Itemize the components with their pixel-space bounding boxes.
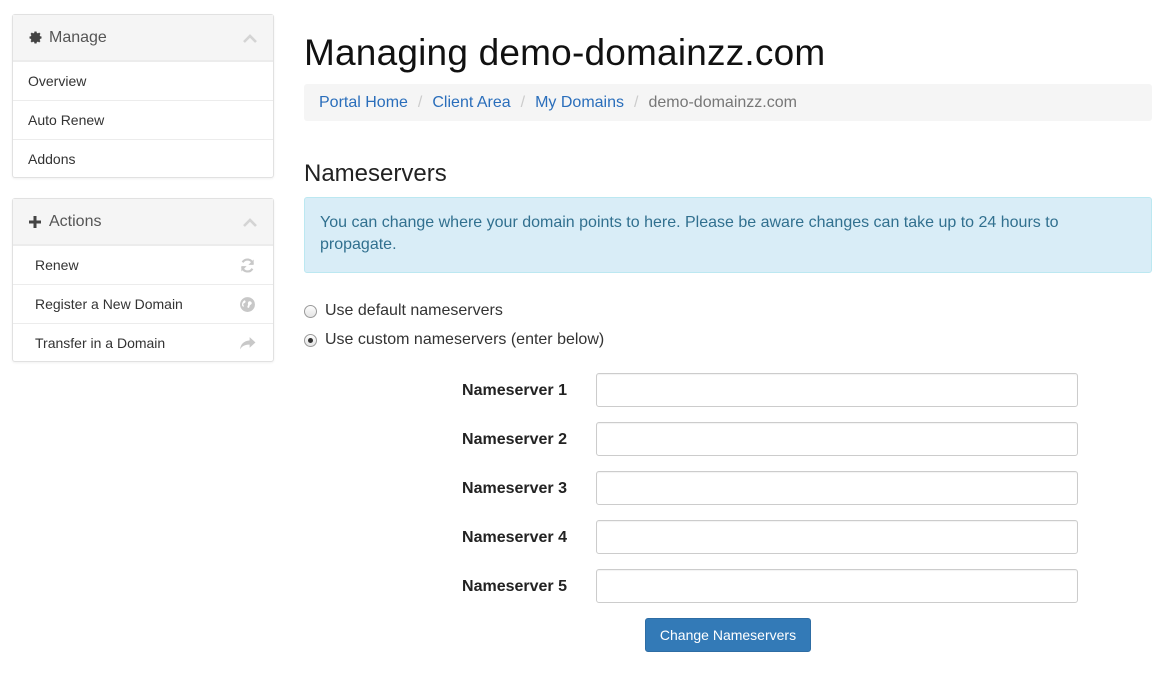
breadcrumb-separator: /: [520, 93, 526, 111]
share-arrow-icon: [240, 337, 256, 350]
nameserver-5-input[interactable]: [596, 569, 1078, 603]
radio-label: Use custom nameservers (enter below): [325, 331, 605, 348]
radio-button[interactable]: [304, 333, 317, 347]
info-alert: You can change where your domain points …: [304, 197, 1152, 273]
radio-default-nameservers[interactable]: Use default nameservers: [304, 302, 503, 320]
nameserver-4-label: Nameserver 4: [462, 529, 567, 546]
nameserver-3-input[interactable]: [596, 471, 1078, 505]
section-title: Nameservers: [304, 160, 447, 187]
nameserver-1-input[interactable]: [596, 373, 1078, 407]
sidebar-item-label: Transfer in a Domain: [35, 335, 166, 351]
nameserver-4-input[interactable]: [596, 520, 1078, 554]
breadcrumb: Portal Home / Client Area / My Domains /…: [304, 84, 1152, 121]
sidebar-item-label: Overview: [28, 73, 87, 89]
manage-panel: Manage Overview Auto Renew Addons: [12, 14, 274, 178]
manage-panel-title: Manage: [49, 28, 107, 46]
sidebar-item-label: Auto Renew: [28, 112, 105, 128]
sidebar-item-overview[interactable]: Overview: [13, 61, 273, 100]
breadcrumb-separator: /: [634, 93, 639, 111]
actions-panel-heading[interactable]: Actions: [13, 199, 273, 245]
radio-button[interactable]: [304, 304, 317, 318]
sidebar-item-label: Renew: [35, 257, 79, 273]
breadcrumb-portal-home[interactable]: Portal Home: [319, 94, 408, 112]
sidebar-item-transfer-domain[interactable]: Transfer in a Domain: [13, 323, 273, 362]
sidebar-item-addons[interactable]: Addons: [13, 139, 273, 178]
sidebar-item-register-domain[interactable]: Register a New Domain: [13, 284, 273, 323]
breadcrumb-separator: /: [417, 93, 423, 111]
radio-custom-nameservers[interactable]: Use custom nameservers (enter below): [304, 331, 604, 349]
nameserver-3-label: Nameserver 3: [462, 480, 567, 497]
nameserver-5-label: Nameserver 5: [462, 578, 567, 595]
nameserver-2-label: Nameserver 2: [462, 431, 567, 448]
sidebar-item-label: Addons: [28, 151, 76, 167]
gear-icon: [27, 30, 43, 46]
breadcrumb-client-area[interactable]: Client Area: [432, 94, 510, 112]
radio-label: Use default nameservers: [325, 302, 503, 319]
page-title: Managing demo-domainzz.com: [304, 32, 826, 73]
change-nameservers-button[interactable]: Change Nameservers: [645, 618, 811, 652]
sidebar-item-label: Register a New Domain: [35, 296, 183, 312]
breadcrumb-current: demo-domainzz.com: [648, 93, 797, 111]
actions-panel-title: Actions: [49, 212, 102, 230]
plus-icon: [27, 214, 43, 230]
nameserver-1-label: Nameserver 1: [462, 382, 567, 399]
chevron-up-icon[interactable]: [242, 32, 258, 44]
sidebar-item-auto-renew[interactable]: Auto Renew: [13, 100, 273, 139]
nameserver-2-input[interactable]: [596, 422, 1078, 456]
actions-panel: Actions Renew Register a New Domain Tran…: [12, 198, 274, 362]
chevron-up-icon[interactable]: [242, 216, 258, 228]
globe-icon: [240, 297, 255, 312]
refresh-icon: [241, 258, 254, 273]
manage-panel-heading[interactable]: Manage: [13, 15, 273, 61]
breadcrumb-my-domains[interactable]: My Domains: [535, 94, 624, 112]
sidebar-item-renew[interactable]: Renew: [13, 245, 273, 284]
